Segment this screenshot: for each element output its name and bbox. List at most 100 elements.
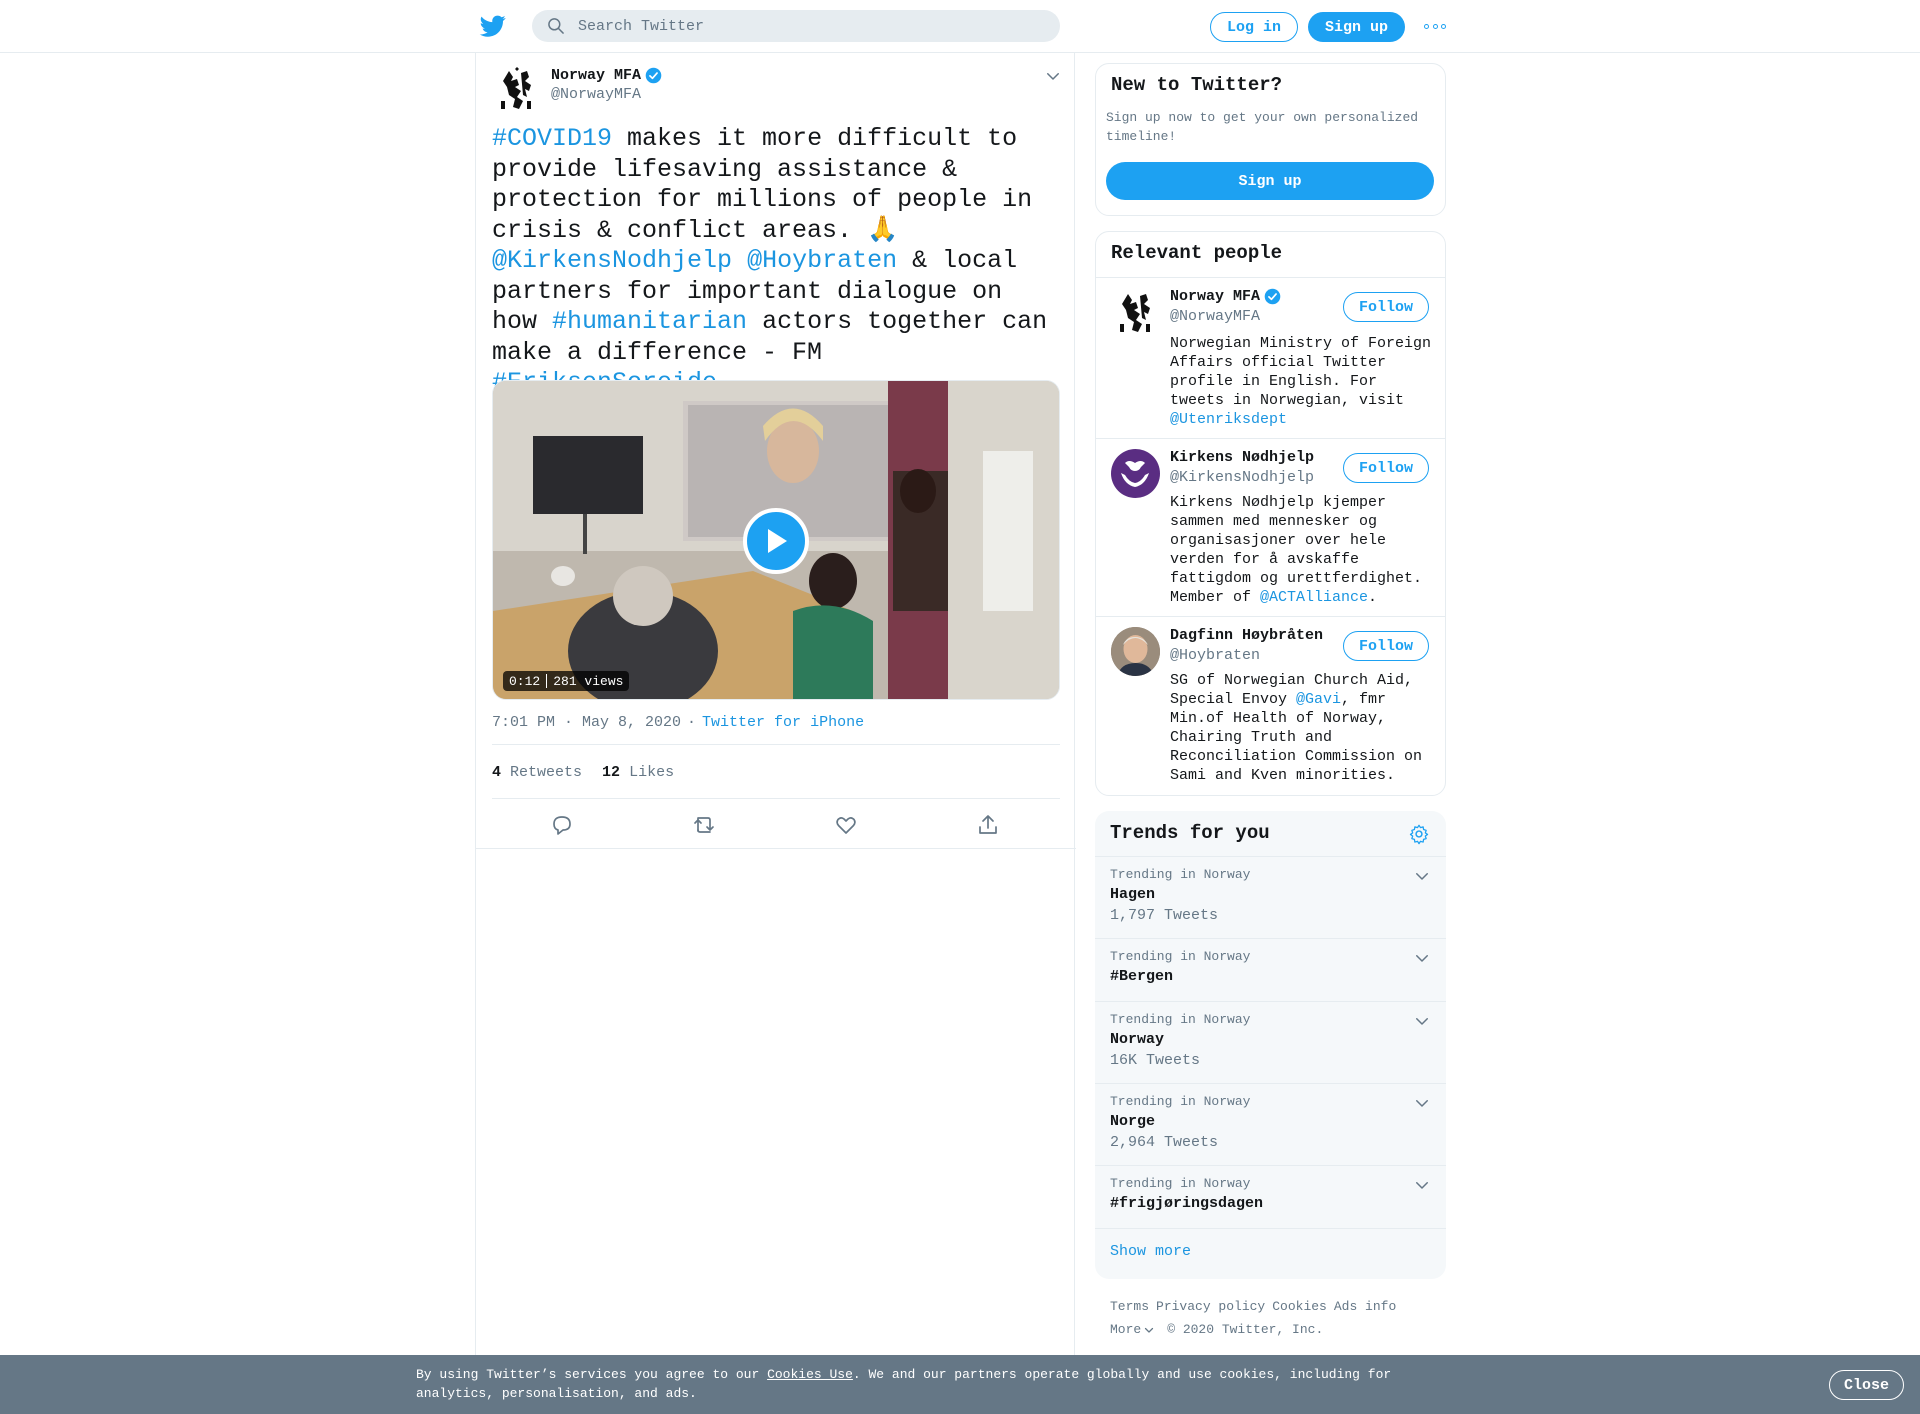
show-more-link[interactable]: Show more	[1110, 1243, 1191, 1260]
signup-button[interactable]: Sign up	[1308, 12, 1405, 42]
trend-context: Trending in Norway	[1110, 949, 1251, 964]
trends-title: Trends for you	[1110, 822, 1270, 844]
footer-more-label: More	[1110, 1322, 1142, 1337]
trend-context: Trending in Norway	[1110, 867, 1251, 882]
video-player[interactable]: 0:12 281 views	[492, 380, 1060, 700]
person-name-text[interactable]: Norway MFA	[1170, 288, 1260, 305]
chevron-down-icon[interactable]	[1413, 949, 1431, 967]
play-button[interactable]	[743, 508, 809, 574]
footer-copyright: © 2020 Twitter, Inc.	[1167, 1322, 1324, 1337]
person-name[interactable]: Kirkens Nødhjelp	[1170, 449, 1314, 466]
mention-link[interactable]: @Hoybraten	[747, 246, 897, 275]
person-bio: Norwegian Ministry of Foreign Affairs of…	[1170, 334, 1434, 429]
likes-stat[interactable]: 12 Likes	[602, 764, 674, 781]
author-handle[interactable]: @NorwayMFA	[551, 86, 641, 103]
top-navigation-bar: Log in Sign up	[0, 0, 1920, 53]
retweet-icon[interactable]	[692, 813, 716, 837]
norway-coat-of-arms-icon	[1119, 293, 1150, 332]
login-button[interactable]: Log in	[1210, 12, 1298, 42]
share-icon[interactable]	[976, 813, 1000, 837]
divider	[1095, 1228, 1446, 1229]
trend-name[interactable]: #frigjøringsdagen	[1110, 1195, 1263, 1212]
search-bar[interactable]	[532, 10, 1060, 42]
relevant-people-title: Relevant people	[1111, 242, 1283, 264]
divider	[492, 798, 1060, 799]
like-icon[interactable]	[834, 813, 858, 837]
footer-link-terms[interactable]: Terms	[1110, 1299, 1149, 1314]
cookies-use-link[interactable]: Cookies Use	[767, 1367, 853, 1382]
verified-icon	[1264, 288, 1281, 305]
trend-count: 16K Tweets	[1110, 1052, 1201, 1069]
author-name[interactable]: Norway MFA	[551, 67, 662, 84]
divider	[492, 744, 1060, 745]
chevron-down-icon[interactable]	[1413, 1012, 1431, 1030]
close-cookie-button[interactable]: Close	[1829, 1370, 1904, 1400]
bio-mention-link[interactable]: @Utenriksdept	[1170, 411, 1287, 428]
tweet-source-link[interactable]: Twitter for iPhone	[702, 714, 864, 731]
retweets-stat[interactable]: 4 Retweets	[492, 764, 582, 781]
footer-link-privacy[interactable]: Privacy policy	[1156, 1299, 1265, 1314]
video-views: 281 views	[553, 673, 624, 689]
tweet-timestamp[interactable]: 7:01 PM · May 8, 2020	[492, 714, 681, 731]
trend-item[interactable]: Trending in Norway #Bergen	[1095, 938, 1446, 1001]
avatar[interactable]	[1111, 288, 1160, 337]
follow-button[interactable]: Follow	[1343, 453, 1429, 483]
person-name[interactable]: Dagfinn Høybråten	[1170, 627, 1323, 644]
bio-mention-link[interactable]: @Gavi	[1296, 691, 1341, 708]
trend-count: 1,797 Tweets	[1110, 907, 1219, 924]
bio-text: .	[1368, 589, 1378, 606]
hashtag-link[interactable]: #COVID19	[492, 124, 612, 153]
author-name-text[interactable]: Norway MFA	[551, 67, 641, 84]
hashtag-link[interactable]: #humanitarian	[552, 307, 747, 336]
chevron-down-icon[interactable]	[1413, 1094, 1431, 1112]
person-handle[interactable]: @KirkensNodhjelp	[1170, 469, 1314, 486]
person-bio: SG of Norwegian Church Aid, Special Envo…	[1170, 671, 1434, 785]
search-input[interactable]	[578, 17, 1038, 35]
chevron-down-icon[interactable]	[1044, 67, 1062, 85]
cookie-consent-text: By using Twitter’s services you agree to…	[416, 1365, 1416, 1403]
trend-item[interactable]: Trending in Norway Norge 2,964 Tweets	[1095, 1083, 1446, 1165]
reply-icon[interactable]	[550, 813, 574, 837]
avatar[interactable]	[1111, 627, 1160, 676]
person-name-text[interactable]: Dagfinn Høybråten	[1170, 627, 1323, 644]
trend-count: 2,964 Tweets	[1110, 1134, 1219, 1151]
trend-item[interactable]: Trending in Norway #frigjøringsdagen	[1095, 1165, 1446, 1228]
cookie-consent-bar: By using Twitter’s services you agree to…	[0, 1355, 1920, 1414]
chevron-down-icon[interactable]	[1413, 867, 1431, 885]
chevron-down-icon[interactable]	[1413, 1176, 1431, 1194]
avatar[interactable]	[1111, 449, 1160, 498]
follow-button[interactable]: Follow	[1343, 292, 1429, 322]
follow-button[interactable]: Follow	[1343, 631, 1429, 661]
person-item-norway-mfa[interactable]: Norway MFA @NorwayMFA Follow Norwegian M…	[1096, 277, 1445, 438]
trend-name[interactable]: Hagen	[1110, 886, 1155, 903]
trend-item[interactable]: Trending in Norway Hagen 1,797 Tweets	[1095, 856, 1446, 938]
trend-item[interactable]: Trending in Norway Norway 16K Tweets	[1095, 1001, 1446, 1083]
bio-mention-link[interactable]: @ACTAlliance	[1260, 589, 1368, 606]
trend-context: Trending in Norway	[1110, 1176, 1251, 1191]
trend-name[interactable]: #Bergen	[1110, 968, 1173, 985]
person-name-text[interactable]: Kirkens Nødhjelp	[1170, 449, 1314, 466]
person-name[interactable]: Norway MFA	[1170, 288, 1281, 305]
trend-name[interactable]: Norway	[1110, 1031, 1164, 1048]
trend-name[interactable]: Norge	[1110, 1113, 1155, 1130]
more-dots-icon[interactable]	[1424, 17, 1446, 35]
dove-hands-logo-icon	[1121, 461, 1149, 487]
author-avatar[interactable]	[492, 65, 541, 114]
person-handle[interactable]: @NorwayMFA	[1170, 308, 1260, 325]
mention-link[interactable]: @KirkensNodhjelp	[492, 246, 732, 275]
likes-label: Likes	[629, 764, 675, 781]
footer-link-cookies[interactable]: Cookies	[1272, 1299, 1327, 1314]
signup-button-sidebar[interactable]: Sign up	[1106, 162, 1434, 200]
footer-more-link[interactable]: More	[1110, 1318, 1155, 1341]
cookie-text-part: By using Twitter’s services you agree to…	[416, 1367, 768, 1382]
person-item-kirkens-nodhjelp[interactable]: Kirkens Nødhjelp @KirkensNodhjelp Follow…	[1096, 438, 1445, 616]
person-bio: Kirkens Nødhjelp kjemper sammen med menn…	[1170, 493, 1434, 607]
settings-gear-icon[interactable]	[1408, 823, 1430, 845]
person-handle[interactable]: @Hoybraten	[1170, 647, 1260, 664]
retweets-label: Retweets	[510, 764, 583, 781]
norway-coat-of-arms-icon	[500, 66, 531, 109]
twitter-bird-icon[interactable]	[479, 13, 507, 39]
play-icon	[768, 529, 787, 553]
person-item-hoybraten[interactable]: Dagfinn Høybråten @Hoybraten Follow SG o…	[1096, 616, 1445, 796]
footer-link-ads-info[interactable]: Ads info	[1334, 1299, 1396, 1314]
